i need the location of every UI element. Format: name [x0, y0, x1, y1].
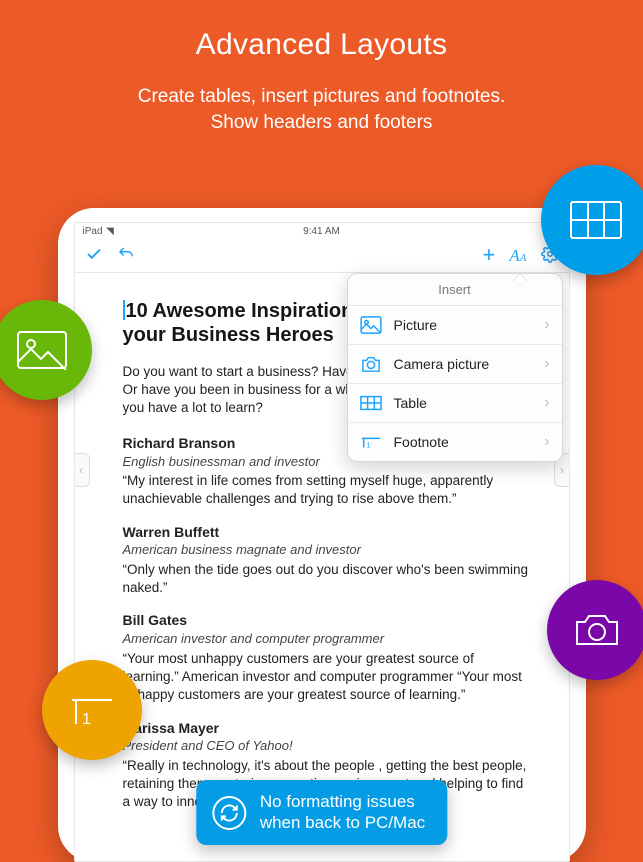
- editor-toolbar: + AA: [75, 240, 569, 273]
- insert-item-label: Camera picture: [394, 356, 490, 372]
- insert-picture-item[interactable]: Picture ›: [348, 306, 562, 345]
- insert-footnote-item[interactable]: 1 Footnote ›: [348, 423, 562, 461]
- promo-subtitle: Create tables, insert pictures and footn…: [0, 84, 643, 135]
- table-icon: [360, 394, 382, 412]
- confirm-button[interactable]: [85, 245, 103, 266]
- person-quote: “Only when the tide goes out do you disc…: [123, 561, 529, 597]
- ipad-device-frame: iPad ◥ 9:41 AM + AA: [58, 208, 586, 862]
- feature-footnote-badge: 1: [42, 660, 142, 760]
- person-role: President and CEO of Yahoo!: [123, 737, 529, 755]
- checkmark-icon: [85, 245, 103, 263]
- pill-line1: No formatting issues: [260, 792, 415, 811]
- person-role: American business magnate and investor: [123, 541, 529, 559]
- chevron-right-icon: ›: [544, 394, 549, 412]
- pill-text: No formatting issues when back to PC/Mac: [260, 792, 425, 833]
- wifi-icon: ◥: [105, 226, 114, 237]
- status-bar: iPad ◥ 9:41 AM: [75, 223, 569, 240]
- table-icon: [569, 200, 623, 240]
- person-name: Marissa Mayer: [123, 719, 529, 738]
- text-format-button[interactable]: AA: [509, 247, 526, 264]
- camera-icon: [360, 355, 382, 373]
- promo-subtitle-line2: Show headers and footers: [211, 112, 433, 133]
- picture-icon: [360, 316, 382, 334]
- chevron-right-icon: ›: [544, 316, 549, 334]
- status-time: 9:41 AM: [303, 226, 340, 237]
- chevron-right-icon: ›: [544, 355, 549, 373]
- insert-item-label: Picture: [394, 317, 438, 333]
- promo-subtitle-line1: Create tables, insert pictures and footn…: [138, 86, 506, 107]
- insert-item-label: Footnote: [394, 434, 449, 450]
- insert-camera-picture-item[interactable]: Camera picture ›: [348, 345, 562, 384]
- svg-text:1: 1: [82, 711, 91, 728]
- feature-table-badge: [541, 165, 643, 275]
- pill-line2: when back to PC/Mac: [260, 813, 425, 832]
- person-name: Bill Gates: [123, 611, 529, 630]
- status-device-label: iPad ◥: [83, 226, 114, 237]
- ipad-screen: iPad ◥ 9:41 AM + AA: [74, 222, 570, 862]
- insert-table-item[interactable]: Table ›: [348, 384, 562, 423]
- feature-camera-badge: [547, 580, 643, 680]
- person-quote: “Your most unhappy customers are your gr…: [123, 650, 529, 705]
- status-device-text: iPad: [83, 226, 103, 237]
- picture-icon: [16, 330, 68, 370]
- person-block: Bill Gates American investor and compute…: [123, 611, 529, 704]
- person-block: Warren Buffett American business magnate…: [123, 523, 529, 598]
- insert-button[interactable]: +: [483, 244, 496, 266]
- person-quote: “My interest in life comes from setting …: [123, 472, 529, 508]
- undo-button[interactable]: [117, 245, 135, 266]
- insert-popover-title: Insert: [348, 274, 562, 306]
- camera-icon: [571, 610, 623, 650]
- footnote-icon: 1: [360, 433, 382, 451]
- svg-text:1: 1: [366, 441, 370, 450]
- sync-info-pill: No formatting issues when back to PC/Mac: [196, 780, 447, 845]
- promo-header: Advanced Layouts Create tables, insert p…: [0, 0, 643, 135]
- insert-popover: Insert Picture › Camera picture › T: [347, 273, 563, 462]
- footnote-icon: 1: [66, 690, 118, 730]
- chevron-right-icon: ›: [544, 433, 549, 451]
- person-name: Warren Buffett: [123, 523, 529, 542]
- person-role: American investor and computer programme…: [123, 630, 529, 648]
- promo-title: Advanced Layouts: [0, 28, 643, 62]
- insert-item-label: Table: [394, 395, 427, 411]
- undo-icon: [117, 245, 135, 263]
- refresh-icon: [212, 796, 246, 830]
- prev-page-handle[interactable]: ‹: [74, 453, 90, 487]
